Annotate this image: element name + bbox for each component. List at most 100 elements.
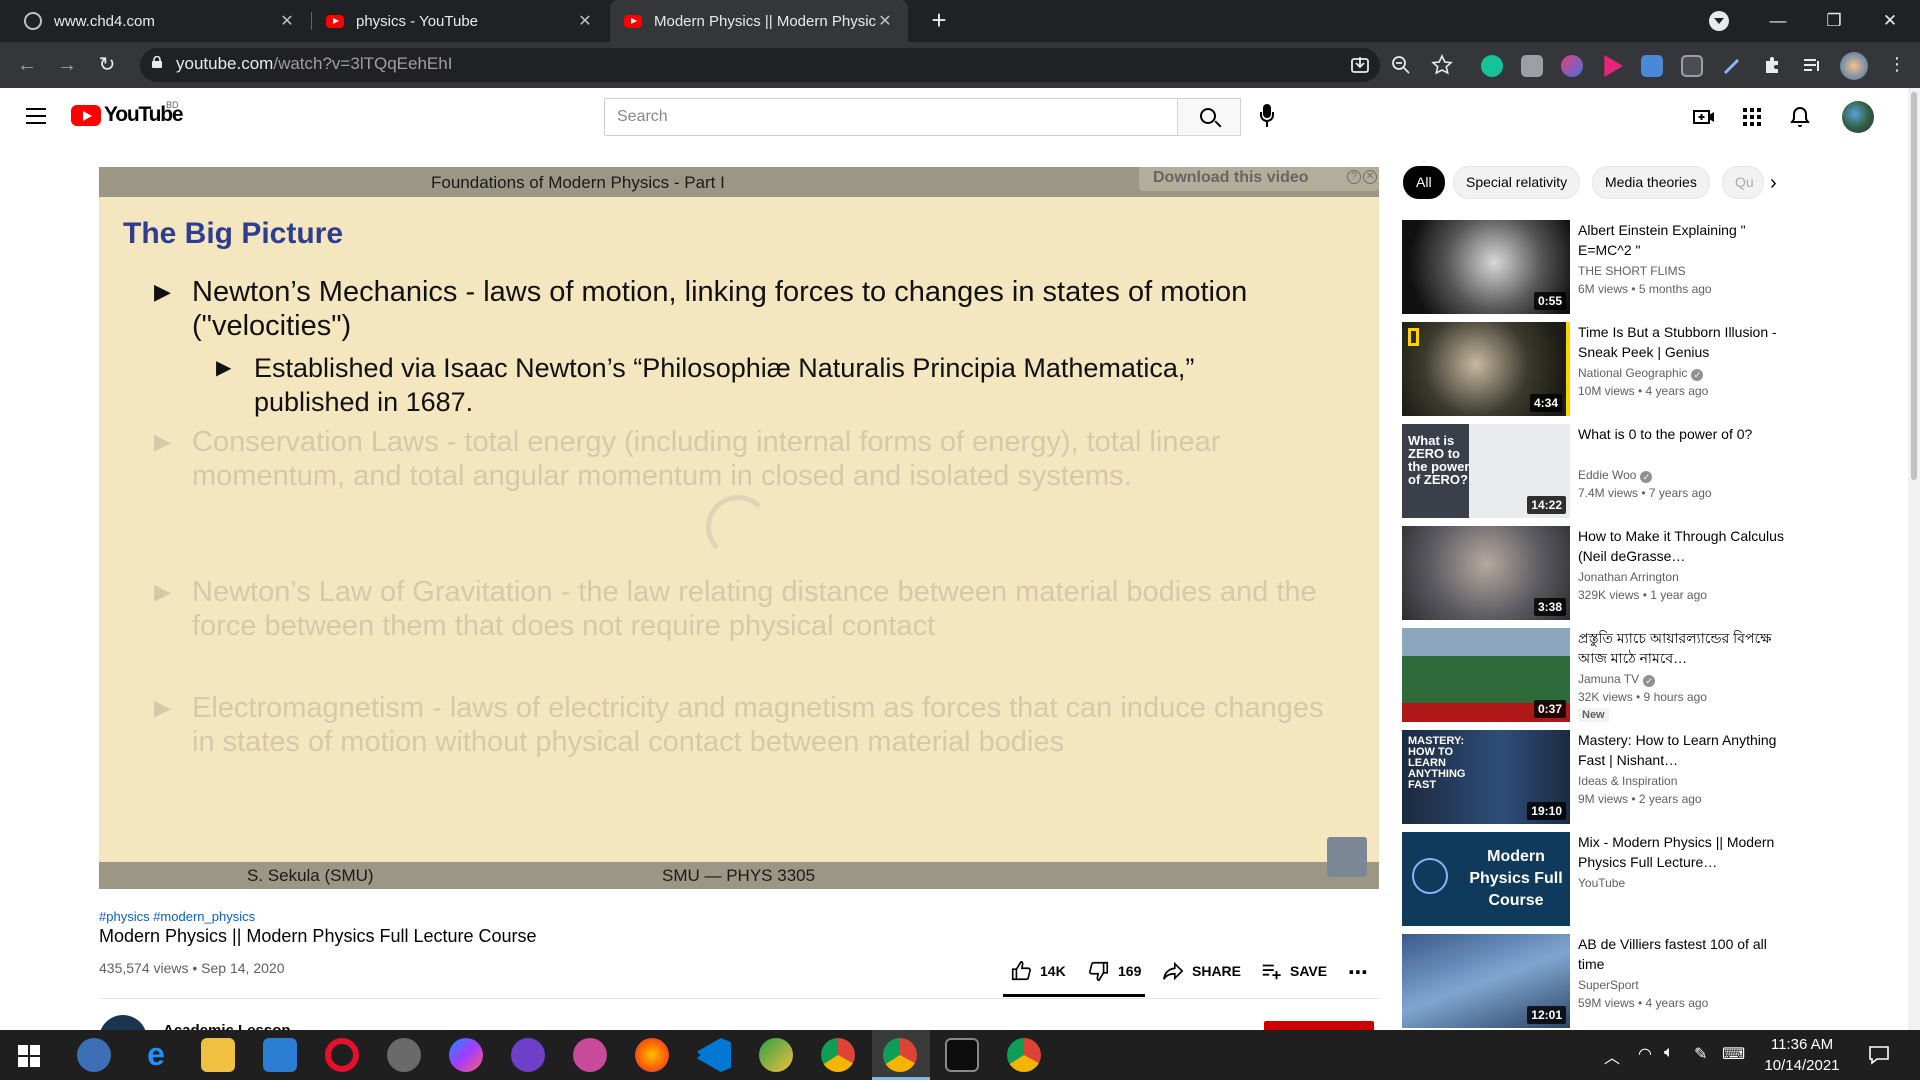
recommendation-item[interactable]: MASTERY: HOW TO LEARN ANYTHING FAST 19:1… — [1402, 730, 1902, 826]
notifications-center-icon[interactable] — [1868, 1045, 1890, 1065]
close-tab-icon[interactable]: ✕ — [576, 11, 594, 31]
tab-chd4[interactable]: www.chd4.com ✕ — [10, 0, 310, 42]
satellite-app-icon[interactable] — [387, 1038, 421, 1072]
tab-search-icon[interactable] — [1709, 11, 1729, 31]
chip-special-relativity[interactable]: Special relativity — [1453, 166, 1581, 199]
recommendation-item[interactable]: 0:37 প্রস্তুতি ম্যাচে আয়ারল্যান্ডের বিপ… — [1402, 628, 1902, 724]
browser-menu-icon[interactable]: ⋮ — [1888, 54, 1906, 75]
recommendation-item[interactable]: 0:55 Albert Einstein Explaining " E=MC^2… — [1402, 220, 1902, 316]
search-button[interactable] — [1177, 98, 1241, 136]
download-video-button[interactable]: Download this video ? ✕ — [1139, 167, 1379, 191]
video-thumbnail[interactable]: MASTERY: HOW TO LEARN ANYTHING FAST 19:1… — [1402, 730, 1570, 824]
chrome-icon[interactable] — [821, 1038, 855, 1072]
scrollbar-thumb[interactable] — [1911, 92, 1917, 480]
firefox-icon[interactable] — [635, 1038, 669, 1072]
page-scrollbar[interactable] — [1908, 88, 1920, 1030]
windows-start-icon[interactable] — [18, 1045, 40, 1067]
camera-extension-icon[interactable] — [1521, 55, 1543, 77]
new-tab-button[interactable]: + — [924, 6, 954, 36]
forward-button[interactable]: → — [53, 51, 81, 79]
recommendation-item[interactable]: 4:34 Time Is But a Stubborn Illusion - S… — [1402, 322, 1902, 418]
close-window-button[interactable]: ✕ — [1862, 0, 1918, 42]
share-button[interactable]: SHARE — [1162, 960, 1241, 982]
chrome-icon[interactable] — [883, 1038, 917, 1072]
recommendation-title[interactable]: Time Is But a Stubborn Illusion - Sneak … — [1578, 322, 1793, 362]
recommendation-channel[interactable]: THE SHORT FLIMS — [1578, 264, 1686, 278]
youtube-logo-icon[interactable] — [71, 105, 101, 126]
bookmark-star-icon[interactable] — [1431, 54, 1453, 76]
mail-icon[interactable] — [263, 1038, 297, 1072]
search-input[interactable]: Search — [604, 98, 1178, 136]
globe-app-icon[interactable] — [759, 1038, 793, 1072]
chevron-right-icon[interactable]: › — [1770, 172, 1777, 195]
recommendation-title[interactable]: AB de Villiers fastest 100 of all time — [1578, 934, 1793, 974]
grammarly-extension-icon[interactable] — [1481, 55, 1503, 77]
vscode-icon[interactable] — [697, 1038, 731, 1072]
tab-physics-youtube[interactable]: physics - YouTube ✕ — [312, 0, 608, 42]
download-extension-icon[interactable] — [1641, 55, 1663, 77]
chip-media-theories[interactable]: Media theories — [1592, 166, 1710, 199]
terminal-icon[interactable] — [945, 1038, 979, 1072]
recommendation-channel[interactable]: Ideas & Inspiration — [1578, 774, 1677, 788]
recommendation-title[interactable]: What is 0 to the power of 0? — [1578, 424, 1793, 444]
install-app-icon[interactable] — [1350, 55, 1370, 75]
edge-browser-icon[interactable]: e — [139, 1038, 173, 1072]
restore-button[interactable]: ❐ — [1806, 0, 1862, 42]
voice-search-icon[interactable] — [1260, 104, 1274, 130]
back-button[interactable]: ← — [13, 51, 41, 79]
recommendation-channel[interactable]: Eddie Woo ✓ — [1578, 468, 1653, 483]
recommendation-title[interactable]: প্রস্তুতি ম্যাচে আয়ারল্যান্ডের বিপক্ষে … — [1578, 628, 1793, 668]
pen-workspace-icon[interactable]: ✎ — [1694, 1044, 1707, 1064]
media-control-icon[interactable] — [1801, 55, 1823, 77]
paint-app-icon[interactable] — [573, 1038, 607, 1072]
guide-menu-icon[interactable] — [26, 108, 46, 124]
recommendation-channel[interactable]: SuperSport — [1578, 978, 1639, 992]
volume-icon[interactable]: 🔈︎ — [1664, 1044, 1674, 1062]
apps-grid-icon[interactable] — [1740, 105, 1764, 129]
video-player[interactable]: Foundations of Modern Physics - Part I D… — [99, 167, 1379, 889]
account-avatar[interactable] — [1842, 101, 1874, 133]
video-thumbnail[interactable]: Modern Physics Full Course — [1402, 832, 1570, 926]
recommendation-channel[interactable]: Jamuna TV ✓ — [1578, 672, 1656, 687]
recommendation-title[interactable]: Albert Einstein Explaining " E=MC^2 " — [1578, 220, 1793, 260]
tab-modern-physics[interactable]: Modern Physics || Modern Physic ✕ — [610, 0, 908, 42]
show-hidden-icons-icon[interactable]: ︿ — [1604, 1044, 1620, 1068]
minimize-button[interactable]: — — [1750, 0, 1806, 42]
file-explorer-icon[interactable] — [201, 1038, 235, 1072]
video-thumbnail[interactable]: 3:38 — [1402, 526, 1570, 620]
close-tab-icon[interactable]: ✕ — [876, 11, 894, 31]
video-thumbnail[interactable]: 4:34 — [1402, 322, 1570, 416]
video-hashtags[interactable]: #physics #modern_physics — [99, 909, 255, 924]
help-icon[interactable]: ? — [1347, 170, 1361, 184]
capture-extension-icon[interactable] — [1681, 55, 1703, 77]
close-icon[interactable]: ✕ — [1363, 170, 1377, 184]
recommendation-title[interactable]: Mastery: How to Learn Anything Fast | Ni… — [1578, 730, 1793, 770]
chip-partial[interactable]: Qu — [1722, 166, 1764, 199]
channel-watermark-icon[interactable] — [1327, 837, 1367, 877]
reload-button[interactable]: ↻ — [93, 51, 121, 79]
video-thumbnail[interactable]: 0:37 — [1402, 628, 1570, 722]
recommendation-channel[interactable]: YouTube — [1578, 876, 1625, 890]
recommendation-item[interactable]: 12:01 AB de Villiers fastest 100 of all … — [1402, 934, 1902, 1030]
create-video-icon[interactable] — [1692, 105, 1716, 129]
recommendation-item[interactable]: What is ZERO to the power of ZERO? 14:22… — [1402, 424, 1902, 520]
recommendation-title[interactable]: How to Make it Through Calculus (Neil de… — [1578, 526, 1793, 566]
recommendation-channel[interactable]: National Geographic ✓ — [1578, 366, 1704, 381]
video-thumbnail[interactable]: 12:01 — [1402, 934, 1570, 1028]
recommendation-channel[interactable]: Jonathan Arrington — [1578, 570, 1679, 584]
pen-extension-icon[interactable] — [1721, 55, 1743, 77]
save-button[interactable]: SAVE — [1260, 960, 1327, 982]
chrome-icon[interactable] — [1007, 1038, 1041, 1072]
recommendation-title[interactable]: Mix - Modern Physics || Modern Physics F… — [1578, 832, 1793, 872]
opera-browser-icon[interactable] — [325, 1038, 359, 1072]
like-button[interactable]: 14K — [1010, 960, 1066, 982]
github-desktop-icon[interactable] — [511, 1038, 545, 1072]
qbittorrent-icon[interactable] — [77, 1038, 111, 1072]
extensions-puzzle-icon[interactable] — [1761, 55, 1783, 77]
recommendation-item[interactable]: Modern Physics Full Course Mix - Modern … — [1402, 832, 1902, 928]
video-thumbnail[interactable]: What is ZERO to the power of ZERO? 14:22 — [1402, 424, 1570, 518]
video-thumbnail[interactable]: 0:55 — [1402, 220, 1570, 314]
more-actions-icon[interactable]: ⋯ — [1348, 960, 1368, 985]
recommendation-item[interactable]: 3:38 How to Make it Through Calculus (Ne… — [1402, 526, 1902, 622]
color-extension-icon[interactable] — [1561, 55, 1583, 77]
